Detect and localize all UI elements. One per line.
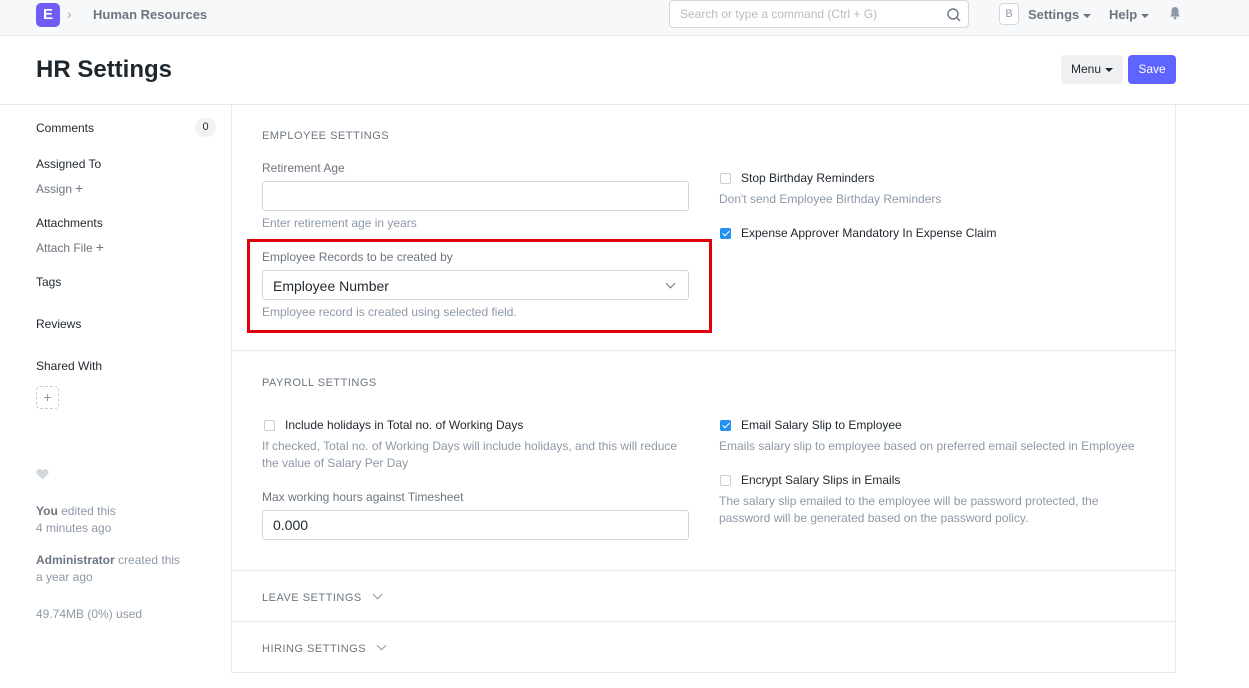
plus-icon: + — [75, 180, 84, 196]
settings-label: Settings — [1028, 7, 1080, 22]
plus-icon: + — [95, 239, 104, 255]
expense-approver-checkbox[interactable] — [720, 228, 731, 239]
retirement-age-label: Retirement Age — [262, 161, 345, 175]
like-heart-icon[interactable] — [36, 468, 49, 480]
include-holidays-label[interactable]: Include holidays in Total no. of Working… — [285, 418, 523, 432]
created-activity: Administrator created this a year ago — [36, 552, 180, 586]
assign-link[interactable]: Assign + — [36, 180, 83, 196]
encrypt-help-line-1: The salary slip emailed to the employee … — [719, 494, 1099, 508]
email-slip-checkbox[interactable] — [720, 420, 731, 431]
sidebar-comments-label[interactable]: Comments — [36, 121, 94, 135]
include-holidays-help: If checked, Total no. of Working Days wi… — [262, 438, 677, 472]
chevron-down-icon — [372, 589, 383, 600]
menu-button-label: Menu — [1070, 62, 1102, 76]
navbar: E › Human Resources B Settings Help — [0, 0, 1249, 36]
leave-settings-heading: LEAVE SETTINGS — [262, 592, 362, 604]
sidebar-reviews-label[interactable]: Reviews — [36, 317, 81, 331]
include-holidays-help-line-1: If checked, Total no. of Working Days wi… — [262, 439, 678, 453]
records-created-by-label: Employee Records to be created by — [262, 250, 453, 264]
search-bar[interactable] — [669, 0, 969, 28]
records-created-by-help: Employee record is created using selecte… — [262, 305, 517, 319]
max-hours-label: Max working hours against Timesheet — [262, 490, 464, 504]
stop-birthday-checkbox[interactable] — [720, 173, 731, 184]
section-divider — [232, 570, 1175, 571]
attach-file-label: Attach File — [36, 241, 93, 255]
help-label: Help — [1109, 7, 1138, 22]
notification-bell-icon[interactable] — [1169, 6, 1181, 20]
leave-settings-toggle[interactable]: LEAVE SETTINGS — [262, 589, 383, 604]
encrypt-slips-checkbox[interactable] — [720, 475, 731, 486]
stop-birthday-label[interactable]: Stop Birthday Reminders — [741, 171, 874, 185]
caret-down-icon — [1105, 67, 1114, 72]
edited-activity: You edited this 4 minutes ago — [36, 503, 116, 537]
section-divider — [232, 621, 1175, 622]
records-created-by-value: Employee Number — [273, 278, 389, 294]
help-dropdown[interactable]: Help — [1109, 7, 1150, 22]
page-title: HR Settings — [36, 56, 173, 83]
settings-dropdown[interactable]: Settings — [1028, 7, 1092, 22]
form-layout: EMPLOYEE SETTINGS Retirement Age Enter r… — [231, 105, 1176, 673]
encrypt-help-line-2: password will be generated based on the … — [719, 511, 1029, 525]
app-logo[interactable]: E — [36, 3, 60, 27]
created-text: created this — [114, 553, 181, 567]
user-avatar[interactable]: B — [999, 3, 1019, 25]
storage-used: 49.74MB (0%) used — [36, 607, 143, 621]
edited-user[interactable]: You — [36, 504, 58, 518]
encrypt-slips-label[interactable]: Encrypt Salary Slips in Emails — [741, 473, 900, 487]
retirement-age-help: Enter retirement age in years — [262, 216, 417, 230]
include-holidays-checkbox[interactable] — [264, 420, 275, 431]
email-slip-label[interactable]: Email Salary Slip to Employee — [741, 418, 902, 432]
sidebar-attachments-label: Attachments — [36, 216, 103, 230]
expense-approver-label[interactable]: Expense Approver Mandatory In Expense Cl… — [741, 226, 996, 240]
search-icon[interactable] — [946, 7, 962, 23]
chevron-down-icon — [665, 278, 676, 289]
sidebar-shared-with-label: Shared With — [36, 359, 103, 373]
retirement-age-input[interactable] — [262, 181, 689, 211]
edited-time: 4 minutes ago — [36, 521, 112, 535]
attach-file-link[interactable]: Attach File + — [36, 239, 104, 255]
caret-down-icon — [1141, 13, 1150, 18]
assign-link-label: Assign — [36, 182, 73, 196]
include-holidays-help-line-2: the value of Salary Per Day — [262, 456, 409, 470]
save-button[interactable]: Save — [1128, 55, 1176, 84]
hiring-settings-heading: HIRING SETTINGS — [262, 643, 367, 655]
created-time: a year ago — [36, 570, 93, 584]
menu-button[interactable]: Menu — [1061, 55, 1123, 84]
comments-count-badge: 0 — [195, 118, 216, 137]
employee-settings-heading: EMPLOYEE SETTINGS — [262, 130, 390, 142]
encrypt-slips-help: The salary slip emailed to the employee … — [719, 493, 1099, 527]
max-hours-input[interactable] — [262, 510, 689, 540]
section-divider — [232, 350, 1175, 351]
stop-birthday-help: Don't send Employee Birthday Reminders — [719, 192, 942, 206]
breadcrumb-human-resources[interactable]: Human Resources — [93, 7, 207, 22]
records-created-by-select[interactable]: Employee Number — [262, 270, 689, 300]
chevron-down-icon — [376, 640, 387, 651]
email-slip-help: Emails salary slip to employee based on … — [719, 439, 1135, 453]
hiring-settings-toggle[interactable]: HIRING SETTINGS — [262, 640, 387, 655]
payroll-settings-heading: PAYROLL SETTINGS — [262, 377, 377, 389]
search-input[interactable] — [680, 7, 940, 21]
sidebar-tags-label[interactable]: Tags — [36, 275, 61, 289]
edited-text: edited this — [57, 504, 116, 518]
sidebar-assigned-to-label: Assigned To — [36, 157, 102, 171]
created-user[interactable]: Administrator — [36, 553, 115, 567]
breadcrumb-chevron-icon: › — [67, 6, 72, 22]
add-share-button[interactable]: + — [36, 386, 59, 409]
caret-down-icon — [1083, 13, 1092, 18]
